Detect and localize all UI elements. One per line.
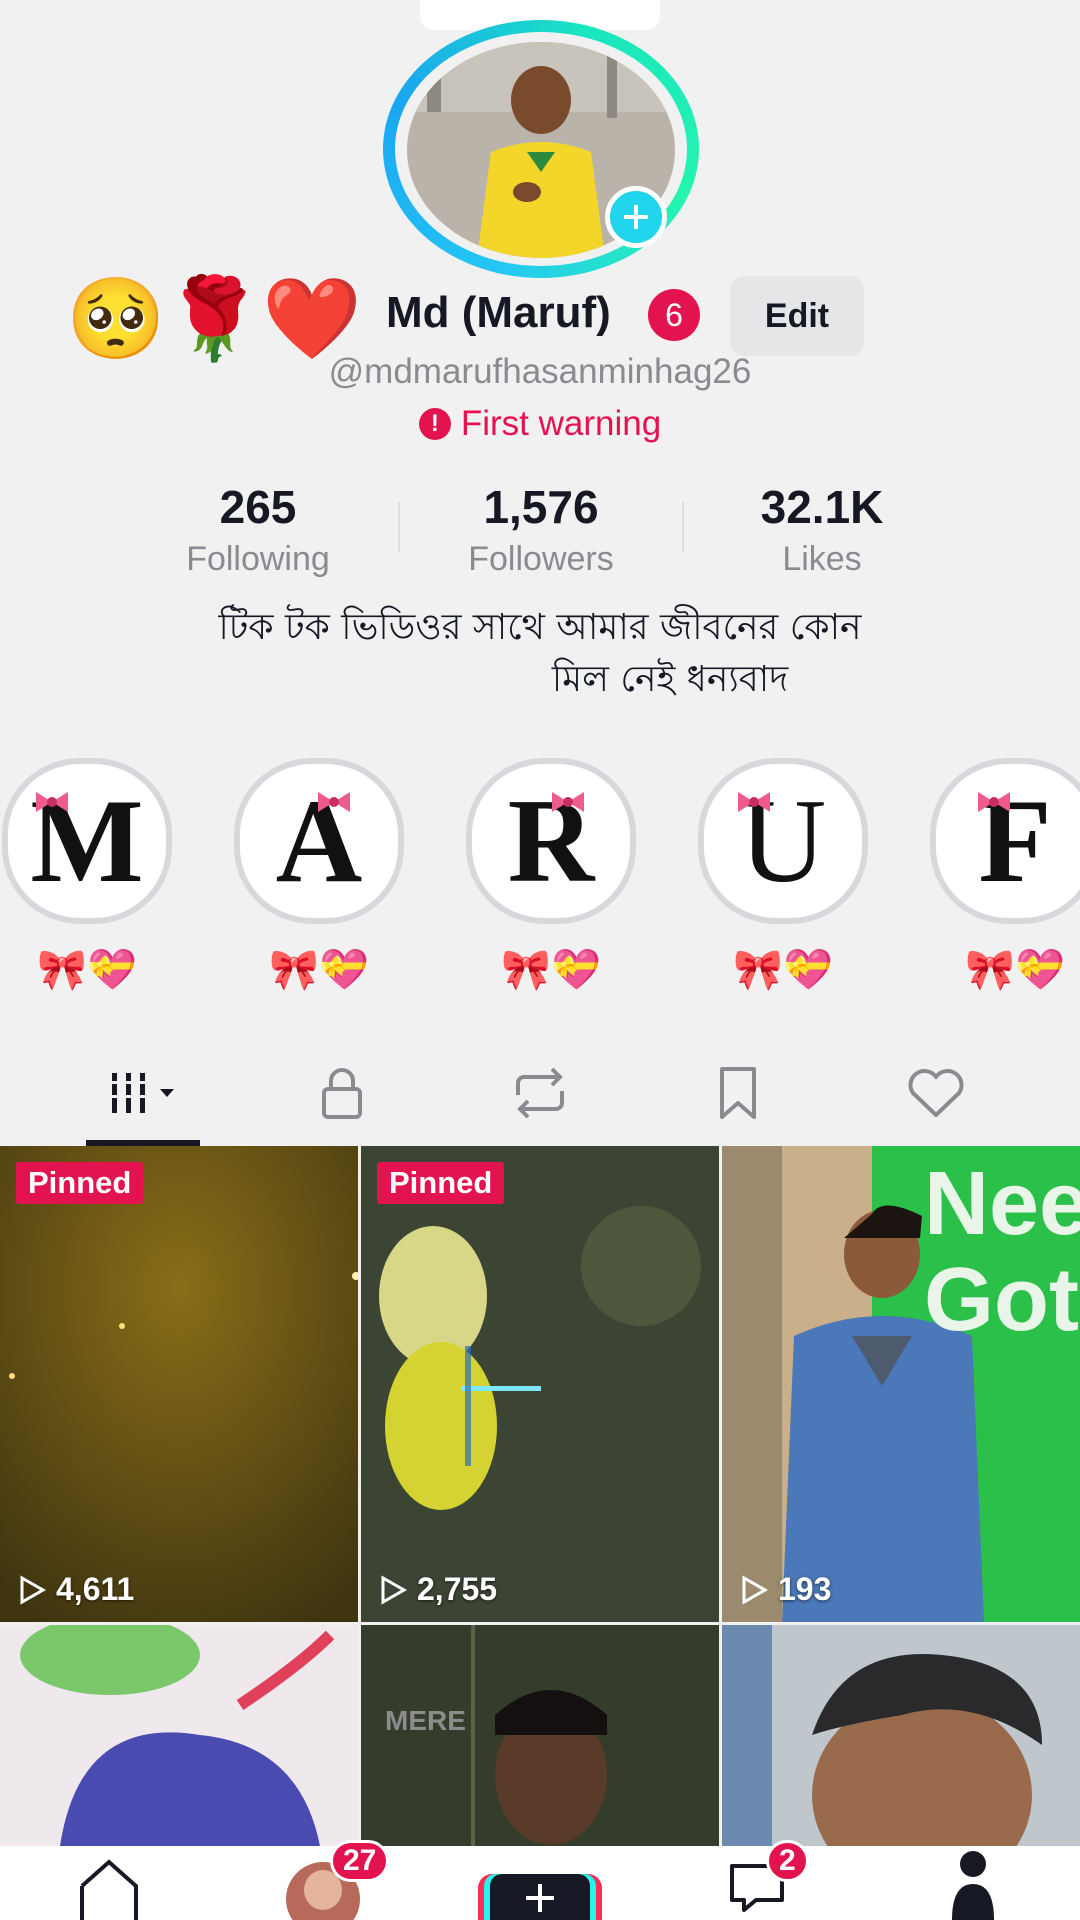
repost-icon [516, 1067, 564, 1119]
likes-label: Likes [782, 540, 862, 578]
highlight-f[interactable]: F 🎀💝 [930, 758, 1080, 998]
video-thumbnail[interactable]: Pinned 4,611 [0, 1146, 358, 1622]
bow-icon [36, 792, 68, 812]
view-count: 2,755 [379, 1571, 497, 1608]
highlight-u[interactable]: U 🎀💝 [698, 758, 868, 998]
likes-count: 32.1K [760, 481, 884, 533]
video-thumbnail-image [0, 1625, 358, 1846]
bookmark-icon [720, 1067, 756, 1119]
profile-tabs [0, 1048, 1080, 1146]
video-overlay-text: MERE [385, 1705, 466, 1736]
play-icon [742, 1574, 768, 1605]
friends-notification-badge: 27 [330, 1840, 390, 1882]
bottom-navigation: 27 2 [0, 1840, 1080, 1920]
highlight-cover: M [2, 758, 172, 924]
video-thumbnail[interactable]: Pinned 2,755 [361, 1146, 719, 1622]
highlight-caption: 🎀💝 [733, 947, 833, 993]
play-icon [20, 1574, 46, 1605]
view-count-value: 2,755 [417, 1571, 498, 1607]
bow-icon [978, 792, 1010, 812]
profile-icon [952, 1851, 994, 1920]
red-heart-emoji: ❤️ [262, 272, 362, 365]
account-warning[interactable]: ! First warning [0, 404, 1080, 444]
tab-private[interactable] [282, 1058, 402, 1128]
video-thumbnail[interactable] [722, 1625, 1080, 1846]
stat-likes[interactable]: 32.1K Likes [692, 480, 952, 579]
tab-reposts[interactable] [480, 1058, 600, 1128]
video-thumbnail[interactable] [0, 1625, 358, 1846]
highlight-caption: 🎀💝 [37, 947, 137, 993]
video-thumbnail-image [361, 1146, 719, 1622]
alert-icon: ! [418, 408, 451, 440]
bio-line-1: টিক টক ভিডিওর সাথে আমার জীবনের কোন [218, 607, 862, 648]
video-thumbnail-image [722, 1625, 1080, 1846]
bio-line-2: মিল নেই ধন্যবাদ [551, 659, 789, 700]
highlight-caption: 🎀💝 [269, 947, 369, 993]
highlight-cover: U [698, 758, 868, 924]
highlight-m[interactable]: M 🎀💝 [2, 758, 172, 998]
name-count-badge: 6 [648, 289, 700, 341]
username-handle: @mdmarufhasanminhag26 [328, 352, 752, 391]
bow-icon [738, 792, 770, 812]
nav-profile[interactable] [948, 1846, 998, 1920]
profile-bio: টিক টক ভিডিওর সাথে আমার জীবনের কোন মিল ন… [150, 602, 930, 706]
stat-divider [398, 502, 400, 552]
followers-label: Followers [468, 540, 614, 578]
create-icon [526, 1884, 554, 1912]
rose-emoji: 🌹 [164, 272, 264, 365]
view-count-value: 4,611 [56, 1571, 135, 1607]
stat-following[interactable]: 265 Following [128, 480, 388, 579]
plus-icon [624, 205, 648, 229]
highlight-cover: R [466, 758, 636, 924]
nav-friends[interactable]: 27 [286, 1840, 390, 1920]
heart-icon [908, 1069, 964, 1117]
add-story-button[interactable] [605, 186, 667, 248]
video-grid: Pinned 4,611 Pinned 2,755 Nee Got 193 ME… [0, 1146, 1080, 1846]
profile-name-row: 🥺 🌹 ❤️ Md (Maruf) 6 Edit [0, 268, 1080, 364]
pinned-badge: Pinned [377, 1162, 505, 1204]
stat-divider [682, 502, 684, 552]
pleading-face-emoji: 🥺 [66, 272, 166, 365]
tab-favorites[interactable] [678, 1058, 798, 1128]
bow-icon [318, 792, 350, 812]
video-thumbnail[interactable]: MERE [361, 1625, 719, 1846]
video-overlay-text: Nee Got [924, 1154, 1080, 1350]
video-thumbnail-image [0, 1146, 358, 1622]
highlight-caption: 🎀💝 [501, 947, 601, 993]
profile-avatar[interactable] [383, 20, 699, 280]
tab-liked[interactable] [876, 1058, 996, 1128]
following-count: 265 [219, 481, 297, 533]
followers-count: 1,576 [483, 481, 599, 533]
nav-home[interactable] [74, 1846, 148, 1920]
highlight-caption: 🎀💝 [965, 947, 1065, 993]
highlight-r[interactable]: R 🎀💝 [466, 758, 636, 998]
view-count: 193 [740, 1571, 831, 1608]
display-name: Md (Maruf) [386, 288, 611, 337]
nav-inbox[interactable]: 2 [726, 1840, 809, 1920]
following-label: Following [186, 540, 330, 578]
warning-label: First warning [460, 404, 662, 443]
pinned-badge: Pinned [16, 1162, 144, 1204]
stat-followers[interactable]: 1,576 Followers [411, 480, 671, 579]
view-count-value: 193 [778, 1571, 832, 1607]
inbox-notification-badge: 2 [766, 1840, 809, 1882]
bow-icon [552, 792, 584, 812]
profile-stats: 265 Following 1,576 Followers 32.1K Like… [0, 480, 1080, 580]
tab-videos[interactable] [84, 1058, 204, 1128]
view-count: 4,611 [18, 1571, 134, 1608]
home-icon [80, 1859, 138, 1920]
highlight-cover: A [234, 758, 404, 924]
edit-profile-button[interactable]: Edit [730, 276, 864, 356]
nav-create[interactable] [478, 1846, 602, 1920]
highlight-cover: F [930, 758, 1080, 924]
highlight-a[interactable]: A 🎀💝 [234, 758, 404, 998]
lock-icon [322, 1068, 362, 1119]
video-thumbnail[interactable]: Nee Got 193 [722, 1146, 1080, 1622]
play-icon [381, 1574, 407, 1605]
grid-videos-icon [108, 1073, 174, 1113]
